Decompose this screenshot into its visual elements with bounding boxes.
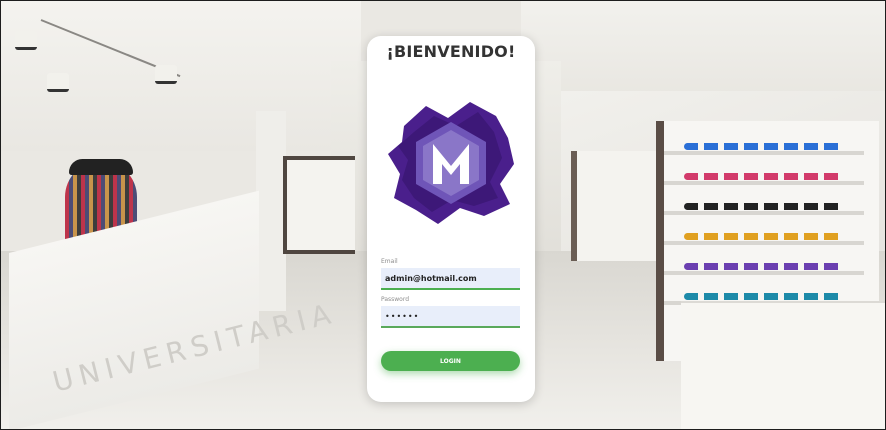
- email-field[interactable]: [381, 268, 520, 290]
- eyewear-stand-top: [69, 159, 133, 175]
- eyewear-display-mid: [571, 151, 657, 261]
- login-button[interactable]: LOGIN: [381, 351, 520, 371]
- ceiling-light: [155, 65, 177, 84]
- pillar: [256, 111, 286, 311]
- shelf: [664, 151, 864, 155]
- login-card: ¡BIENVENIDO! Email Password LOGIN: [367, 36, 535, 402]
- ceiling-light: [47, 73, 69, 92]
- glasses-row: [684, 293, 844, 300]
- shelf: [664, 181, 864, 185]
- shelf: [664, 211, 864, 215]
- glasses-row: [684, 173, 844, 180]
- right-counter: [681, 301, 885, 429]
- m-hexagon-logo-icon: [388, 102, 514, 224]
- ceiling-light: [15, 31, 37, 50]
- glasses-row: [684, 143, 844, 150]
- email-label: Email: [381, 258, 398, 265]
- shelf: [664, 241, 864, 245]
- welcome-title: ¡BIENVENIDO!: [386, 42, 516, 61]
- password-label: Password: [381, 296, 410, 303]
- glasses-row: [684, 263, 844, 270]
- eyewear-display-left: [283, 156, 355, 254]
- login-screen: UNIVERSITARIA ¡BIENVENIDO! Email Passwor…: [0, 0, 886, 430]
- glasses-row: [684, 203, 844, 210]
- password-field[interactable]: [381, 306, 520, 328]
- shelf: [664, 271, 864, 275]
- glasses-row: [684, 233, 844, 240]
